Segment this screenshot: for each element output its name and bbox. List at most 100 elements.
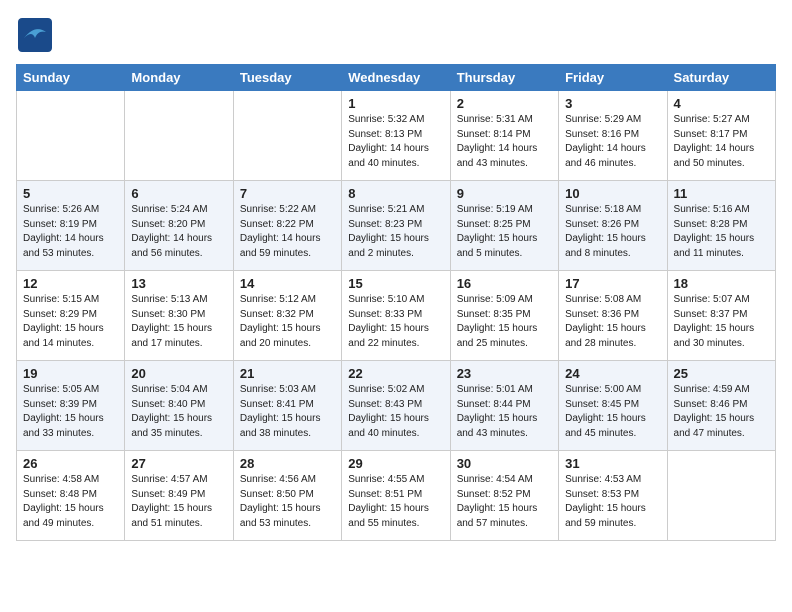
day-cell: 25 Sunrise: 4:59 AMSunset: 8:46 PMDayligh… <box>667 361 775 451</box>
day-cell: 3 Sunrise: 5:29 AMSunset: 8:16 PMDaylight… <box>559 91 667 181</box>
day-cell: 15 Sunrise: 5:10 AMSunset: 8:33 PMDayligh… <box>342 271 450 361</box>
day-info: Sunrise: 5:26 AMSunset: 8:19 PMDaylight:… <box>23 203 118 261</box>
day-number: 16 <box>457 276 552 291</box>
day-number: 29 <box>348 456 443 471</box>
day-number: 22 <box>348 366 443 381</box>
day-cell: 9 Sunrise: 5:19 AMSunset: 8:25 PMDaylight… <box>450 181 558 271</box>
day-number: 11 <box>674 186 769 201</box>
weekday-header-friday: Friday <box>559 65 667 91</box>
day-info: Sunrise: 5:07 AMSunset: 8:37 PMDaylight:… <box>674 293 769 351</box>
day-cell: 12 Sunrise: 5:15 AMSunset: 8:29 PMDayligh… <box>17 271 125 361</box>
day-cell: 27Sunrise: 4:57 AMSunset: 8:49 PMDayligh… <box>125 451 233 541</box>
day-number: 12 <box>23 276 118 291</box>
day-number: 18 <box>674 276 769 291</box>
day-cell: 13 Sunrise: 5:13 AMSunset: 8:30 PMDayligh… <box>125 271 233 361</box>
day-cell: 21Sunrise: 5:03 AMSunset: 8:41 PMDayligh… <box>233 361 341 451</box>
day-number: 5 <box>23 186 118 201</box>
day-info: Sunrise: 5:22 AMSunset: 8:22 PMDaylight:… <box>240 203 335 261</box>
day-cell: 26 Sunrise: 4:58 AMSunset: 8:48 PMDayligh… <box>17 451 125 541</box>
day-number: 9 <box>457 186 552 201</box>
day-info: Sunrise: 5:18 AMSunset: 8:26 PMDaylight:… <box>565 203 660 261</box>
day-info: Sunrise: 5:16 AMSunset: 8:28 PMDaylight:… <box>674 203 769 261</box>
day-info: Sunrise: 5:10 AMSunset: 8:33 PMDaylight:… <box>348 293 443 351</box>
day-number: 25 <box>674 366 769 381</box>
weekday-header-thursday: Thursday <box>450 65 558 91</box>
day-number: 2 <box>457 96 552 111</box>
day-info: Sunrise: 5:15 AMSunset: 8:29 PMDaylight:… <box>23 293 118 351</box>
day-info: Sunrise: 4:59 AMSunset: 8:46 PMDaylight:… <box>674 383 769 441</box>
day-number: 17 <box>565 276 660 291</box>
day-number: 4 <box>674 96 769 111</box>
day-info: Sunrise: 5:32 AMSunset: 8:13 PMDaylight:… <box>348 113 443 171</box>
day-cell: 4 Sunrise: 5:27 AMSunset: 8:17 PMDaylight… <box>667 91 775 181</box>
day-number: 8 <box>348 186 443 201</box>
day-cell: 14Sunrise: 5:12 AMSunset: 8:32 PMDayligh… <box>233 271 341 361</box>
day-info: Sunrise: 4:56 AMSunset: 8:50 PMDaylight:… <box>240 473 335 531</box>
day-cell: 19 Sunrise: 5:05 AMSunset: 8:39 PMDayligh… <box>17 361 125 451</box>
day-info: Sunrise: 5:00 AMSunset: 8:45 PMDaylight:… <box>565 383 660 441</box>
day-info: Sunrise: 5:04 AMSunset: 8:40 PMDaylight:… <box>131 383 226 441</box>
day-cell: 31Sunrise: 4:53 AMSunset: 8:53 PMDayligh… <box>559 451 667 541</box>
day-cell: 24 Sunrise: 5:00 AMSunset: 8:45 PMDayligh… <box>559 361 667 451</box>
day-cell: 5 Sunrise: 5:26 AMSunset: 8:19 PMDaylight… <box>17 181 125 271</box>
day-number: 10 <box>565 186 660 201</box>
day-cell: 18 Sunrise: 5:07 AMSunset: 8:37 PMDayligh… <box>667 271 775 361</box>
day-number: 21 <box>240 366 335 381</box>
week-row-4: 19 Sunrise: 5:05 AMSunset: 8:39 PMDayligh… <box>17 361 776 451</box>
day-number: 26 <box>23 456 118 471</box>
day-cell: 30Sunrise: 4:54 AMSunset: 8:52 PMDayligh… <box>450 451 558 541</box>
day-cell: 29 Sunrise: 4:55 AMSunset: 8:51 PMDayligh… <box>342 451 450 541</box>
day-cell <box>125 91 233 181</box>
weekday-header-sunday: Sunday <box>17 65 125 91</box>
day-cell: 23Sunrise: 5:01 AMSunset: 8:44 PMDayligh… <box>450 361 558 451</box>
day-cell: 2 Sunrise: 5:31 AMSunset: 8:14 PMDaylight… <box>450 91 558 181</box>
week-row-2: 5 Sunrise: 5:26 AMSunset: 8:19 PMDaylight… <box>17 181 776 271</box>
day-cell: 11 Sunrise: 5:16 AMSunset: 8:28 PMDayligh… <box>667 181 775 271</box>
day-info: Sunrise: 5:13 AMSunset: 8:30 PMDaylight:… <box>131 293 226 351</box>
logo-icon <box>16 16 54 54</box>
week-row-3: 12 Sunrise: 5:15 AMSunset: 8:29 PMDayligh… <box>17 271 776 361</box>
day-cell: 17Sunrise: 5:08 AMSunset: 8:36 PMDayligh… <box>559 271 667 361</box>
day-number: 24 <box>565 366 660 381</box>
day-cell: 8 Sunrise: 5:21 AMSunset: 8:23 PMDaylight… <box>342 181 450 271</box>
day-info: Sunrise: 5:19 AMSunset: 8:25 PMDaylight:… <box>457 203 552 261</box>
day-number: 28 <box>240 456 335 471</box>
day-number: 15 <box>348 276 443 291</box>
day-number: 6 <box>131 186 226 201</box>
day-number: 13 <box>131 276 226 291</box>
day-info: Sunrise: 4:55 AMSunset: 8:51 PMDaylight:… <box>348 473 443 531</box>
day-cell: 6 Sunrise: 5:24 AMSunset: 8:20 PMDaylight… <box>125 181 233 271</box>
weekday-header-tuesday: Tuesday <box>233 65 341 91</box>
day-number: 3 <box>565 96 660 111</box>
day-info: Sunrise: 5:09 AMSunset: 8:35 PMDaylight:… <box>457 293 552 351</box>
day-cell: 28 Sunrise: 4:56 AMSunset: 8:50 PMDayligh… <box>233 451 341 541</box>
day-number: 19 <box>23 366 118 381</box>
day-number: 7 <box>240 186 335 201</box>
day-number: 23 <box>457 366 552 381</box>
day-cell <box>17 91 125 181</box>
day-number: 14 <box>240 276 335 291</box>
day-cell: 20 Sunrise: 5:04 AMSunset: 8:40 PMDayligh… <box>125 361 233 451</box>
day-number: 27 <box>131 456 226 471</box>
day-cell: 22 Sunrise: 5:02 AMSunset: 8:43 PMDayligh… <box>342 361 450 451</box>
weekday-header-wednesday: Wednesday <box>342 65 450 91</box>
day-info: Sunrise: 5:31 AMSunset: 8:14 PMDaylight:… <box>457 113 552 171</box>
day-info: Sunrise: 5:05 AMSunset: 8:39 PMDaylight:… <box>23 383 118 441</box>
week-row-1: 1 Sunrise: 5:32 AMSunset: 8:13 PMDaylight… <box>17 91 776 181</box>
day-info: Sunrise: 5:27 AMSunset: 8:17 PMDaylight:… <box>674 113 769 171</box>
day-cell: 16 Sunrise: 5:09 AMSunset: 8:35 PMDayligh… <box>450 271 558 361</box>
day-info: Sunrise: 5:21 AMSunset: 8:23 PMDaylight:… <box>348 203 443 261</box>
day-number: 30 <box>457 456 552 471</box>
day-info: Sunrise: 5:02 AMSunset: 8:43 PMDaylight:… <box>348 383 443 441</box>
day-info: Sunrise: 5:24 AMSunset: 8:20 PMDaylight:… <box>131 203 226 261</box>
day-number: 31 <box>565 456 660 471</box>
day-info: Sunrise: 5:29 AMSunset: 8:16 PMDaylight:… <box>565 113 660 171</box>
day-cell <box>667 451 775 541</box>
day-number: 1 <box>348 96 443 111</box>
weekday-header-row: SundayMondayTuesdayWednesdayThursdayFrid… <box>17 65 776 91</box>
calendar-table: SundayMondayTuesdayWednesdayThursdayFrid… <box>16 64 776 541</box>
day-info: Sunrise: 4:58 AMSunset: 8:48 PMDaylight:… <box>23 473 118 531</box>
day-number: 20 <box>131 366 226 381</box>
day-cell <box>233 91 341 181</box>
weekday-header-monday: Monday <box>125 65 233 91</box>
